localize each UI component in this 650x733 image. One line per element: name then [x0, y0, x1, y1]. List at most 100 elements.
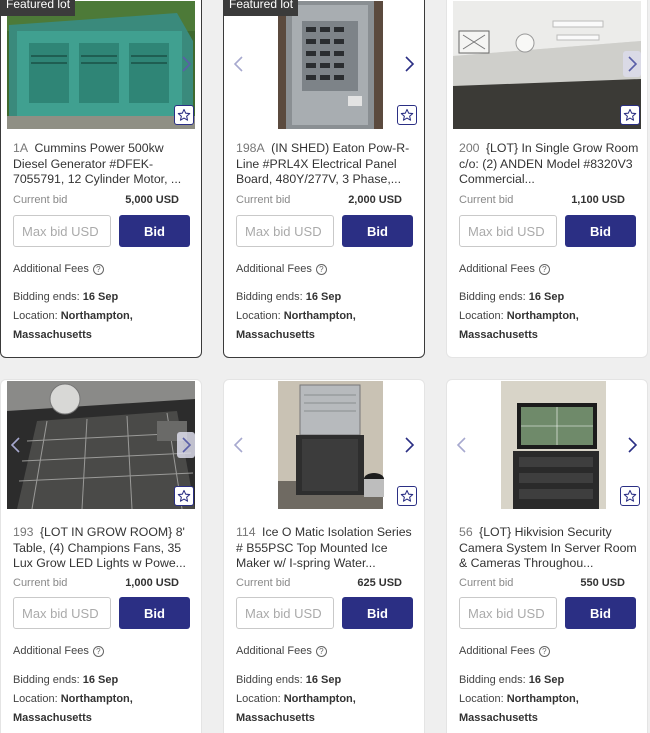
max-bid-input[interactable] — [13, 597, 111, 629]
featured-lot-tag: Featured lot — [224, 0, 299, 16]
previous-image-arrow[interactable] — [230, 432, 248, 458]
star-icon — [400, 108, 414, 121]
watchlist-star-button[interactable] — [620, 486, 640, 506]
chevron-left-icon — [10, 437, 20, 453]
current-bid-label: Current bid — [13, 194, 68, 206]
current-bid-value: 1,000 USD — [125, 577, 179, 589]
current-bid-label: Current bid — [13, 577, 68, 589]
lot-location: Location: Northampton, Massachusetts — [459, 693, 579, 724]
max-bid-input[interactable] — [236, 215, 334, 247]
lot-number: 56 — [459, 525, 473, 539]
chevron-right-icon — [628, 437, 638, 453]
watchlist-star-button[interactable] — [174, 486, 194, 506]
help-icon: ? — [92, 263, 104, 275]
help-icon: ? — [538, 645, 550, 657]
lot-number: 198A — [236, 141, 265, 155]
lot-card[interactable]: 193 {LOT IN GROW ROOM} 8' Table, (4) Cha… — [0, 379, 202, 733]
current-bid-value: 1,100 USD — [571, 194, 625, 206]
max-bid-input[interactable] — [459, 597, 557, 629]
additional-fees-link[interactable]: Additional Fees? — [236, 263, 327, 275]
bidding-ends: Bidding ends: 16 Sep — [236, 674, 342, 686]
previous-image-arrow[interactable] — [453, 432, 471, 458]
next-image-arrow[interactable] — [177, 432, 195, 458]
lot-title[interactable]: 1A Cummins Power 500kw Diesel Generator … — [13, 141, 195, 188]
chevron-left-icon — [233, 437, 243, 453]
star-icon — [400, 489, 414, 502]
current-bid-value: 5,000 USD — [125, 194, 179, 206]
lot-image[interactable] — [230, 381, 418, 509]
current-bid-label: Current bid — [236, 194, 291, 206]
max-bid-input[interactable] — [236, 597, 334, 629]
additional-fees-link[interactable]: Additional Fees? — [459, 645, 550, 657]
chevron-right-icon — [405, 437, 415, 453]
next-image-arrow[interactable] — [623, 51, 641, 77]
chevron-left-icon — [456, 437, 466, 453]
lot-card[interactable]: 200 {LOT} In Single Grow Room c/o: (2) A… — [446, 0, 648, 358]
bid-button[interactable]: Bid — [119, 597, 190, 629]
next-image-arrow[interactable] — [177, 51, 195, 77]
bidding-ends: Bidding ends: 16 Sep — [459, 674, 565, 686]
next-image-arrow[interactable] — [400, 51, 418, 77]
watchlist-star-button[interactable] — [174, 105, 194, 125]
lot-image[interactable] — [7, 381, 195, 509]
chevron-right-icon — [182, 56, 192, 72]
watchlist-star-button[interactable] — [620, 105, 640, 125]
bid-button[interactable]: Bid — [342, 215, 413, 247]
chevron-left-icon — [233, 56, 243, 72]
lot-number: 114 — [236, 525, 256, 539]
next-image-arrow[interactable] — [623, 432, 641, 458]
bid-button[interactable]: Bid — [565, 597, 636, 629]
current-bid-label: Current bid — [236, 577, 291, 589]
lot-location: Location: Northampton, Massachusetts — [13, 693, 133, 724]
lot-card[interactable]: Featured lot 198A (IN SHED) Eaton Pow-R-… — [223, 0, 425, 358]
additional-fees-link[interactable]: Additional Fees? — [13, 645, 104, 657]
lot-image[interactable] — [7, 1, 195, 129]
lot-title[interactable]: 193 {LOT IN GROW ROOM} 8' Table, (4) Cha… — [13, 525, 195, 572]
bid-button[interactable]: Bid — [342, 597, 413, 629]
watchlist-star-button[interactable] — [397, 486, 417, 506]
chevron-right-icon — [182, 437, 192, 453]
lot-card[interactable]: 56 {LOT} Hikvision Security Camera Syste… — [446, 379, 648, 733]
star-icon — [623, 489, 637, 502]
additional-fees-link[interactable]: Additional Fees? — [13, 263, 104, 275]
help-icon: ? — [538, 263, 550, 275]
lot-image[interactable] — [453, 381, 641, 509]
star-icon — [623, 108, 637, 121]
lot-number: 1A — [13, 141, 29, 155]
current-bid-label: Current bid — [459, 577, 514, 589]
bidding-ends: Bidding ends: 16 Sep — [459, 291, 565, 303]
bidding-ends: Bidding ends: 16 Sep — [13, 674, 119, 686]
lot-card[interactable]: 114 Ice O Matic Isolation Series # B55PS… — [223, 379, 425, 733]
current-bid-value: 550 USD — [580, 577, 625, 589]
star-icon — [177, 108, 191, 121]
additional-fees-link[interactable]: Additional Fees? — [459, 263, 550, 275]
max-bid-input[interactable] — [13, 215, 111, 247]
lot-location: Location: Northampton, Massachusetts — [13, 310, 133, 341]
lot-title[interactable]: 114 Ice O Matic Isolation Series # B55PS… — [236, 525, 418, 572]
current-bid-label: Current bid — [459, 194, 514, 206]
additional-fees-link[interactable]: Additional Fees? — [236, 645, 327, 657]
lot-location: Location: Northampton, Massachusetts — [236, 310, 356, 341]
star-icon — [177, 489, 191, 502]
max-bid-input[interactable] — [459, 215, 557, 247]
current-bid-value: 625 USD — [357, 577, 402, 589]
help-icon: ? — [315, 263, 327, 275]
bid-button[interactable]: Bid — [119, 215, 190, 247]
lot-title[interactable]: 198A (IN SHED) Eaton Pow-R-Line #PRL4X E… — [236, 141, 418, 188]
bid-button[interactable]: Bid — [565, 215, 636, 247]
lot-number: 193 — [13, 525, 34, 539]
current-bid-value: 2,000 USD — [348, 194, 402, 206]
lot-title[interactable]: 56 {LOT} Hikvision Security Camera Syste… — [459, 525, 641, 572]
help-icon: ? — [315, 645, 327, 657]
lot-image[interactable] — [453, 1, 641, 129]
lot-location: Location: Northampton, Massachusetts — [236, 693, 356, 724]
previous-image-arrow[interactable] — [230, 51, 248, 77]
lot-image[interactable] — [230, 1, 418, 129]
chevron-right-icon — [405, 56, 415, 72]
watchlist-star-button[interactable] — [397, 105, 417, 125]
lot-card[interactable]: Featured lot 1A Cummins Power 500kw Dies… — [0, 0, 202, 358]
next-image-arrow[interactable] — [400, 432, 418, 458]
previous-image-arrow[interactable] — [7, 432, 25, 458]
lot-title[interactable]: 200 {LOT} In Single Grow Room c/o: (2) A… — [459, 141, 641, 188]
help-icon: ? — [92, 645, 104, 657]
